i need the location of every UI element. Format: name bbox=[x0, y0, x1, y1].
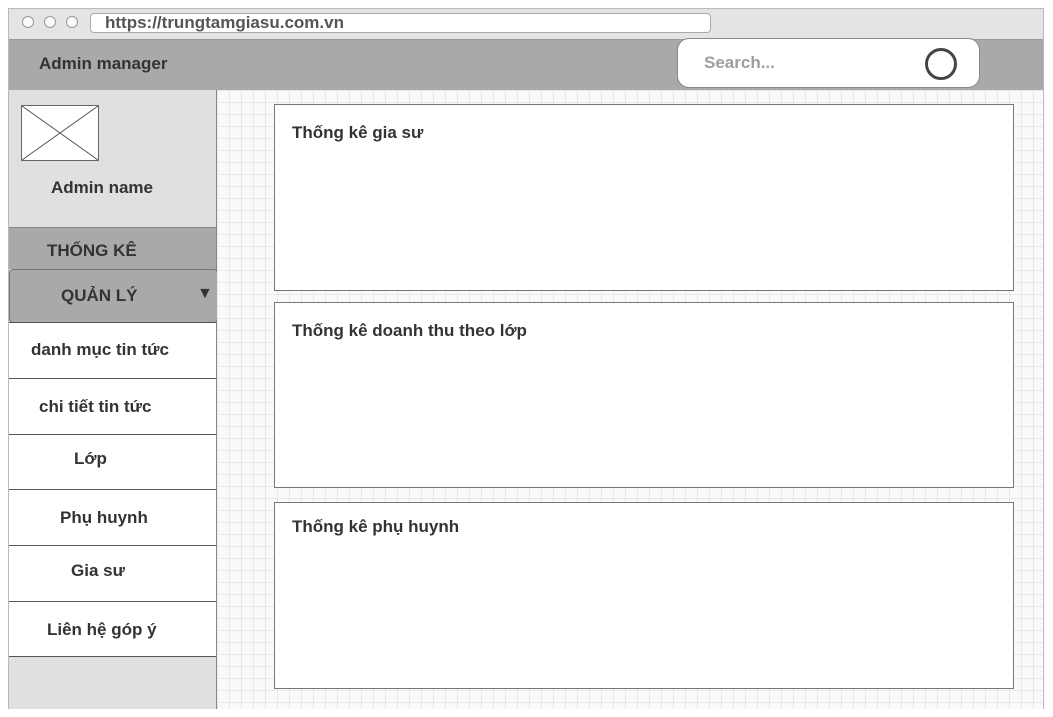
submenu-item-label: Lớp bbox=[74, 449, 107, 468]
nav-management-dropdown[interactable]: QUẢN LÝ ▼ bbox=[9, 269, 218, 323]
submenu-item-label: Liên hệ góp ý bbox=[47, 620, 157, 639]
card-title: Thống kê gia sư bbox=[292, 123, 424, 142]
nav-statistics-label: THỐNG KÊ bbox=[47, 241, 137, 260]
window-maximize-dot[interactable] bbox=[66, 16, 78, 28]
submenu-item-news-category[interactable]: danh mục tin tức bbox=[9, 322, 216, 378]
submenu-item-label: Gia sư bbox=[71, 561, 125, 580]
nav-statistics[interactable]: THỐNG KÊ bbox=[9, 227, 216, 269]
submenu-item-label: chi tiết tin tức bbox=[39, 397, 152, 416]
card-title: Thống kê phụ huynh bbox=[292, 517, 460, 536]
address-bar[interactable]: https://trungtamgiasu.com.vn bbox=[90, 13, 711, 33]
window-minimize-dot[interactable] bbox=[44, 16, 56, 28]
submenu-divider bbox=[9, 656, 216, 657]
admin-name: Admin name bbox=[50, 178, 154, 197]
sidebar: Admin name THỐNG KÊ QUẢN LÝ ▼ danh mục t… bbox=[9, 90, 218, 709]
avatar-image-placeholder bbox=[21, 105, 99, 161]
window-close-dot[interactable] bbox=[22, 16, 34, 28]
top-bar: Admin manager Search... bbox=[9, 38, 1043, 91]
submenu-item-tutors[interactable]: Gia sư bbox=[9, 545, 216, 601]
submenu-item-label: danh mục tin tức bbox=[31, 340, 169, 359]
tutor-statistics-card: Thống kê gia sư bbox=[274, 104, 1014, 291]
browser-window: https://trungtamgiasu.com.vn Admin manag… bbox=[8, 8, 1044, 709]
submenu-item-parents[interactable]: Phụ huynh bbox=[9, 489, 216, 545]
search-icon[interactable] bbox=[925, 48, 957, 80]
submenu-item-feedback[interactable]: Liên hệ góp ý bbox=[9, 601, 216, 656]
parent-statistics-card: Thống kê phụ huynh bbox=[274, 502, 1014, 689]
submenu-item-class[interactable]: Lớp bbox=[9, 434, 216, 489]
search-box[interactable]: Search... bbox=[677, 38, 980, 88]
app-title: Admin manager bbox=[39, 54, 168, 73]
submenu-item-label: Phụ huynh bbox=[60, 508, 148, 527]
card-title: Thống kê doanh thu theo lớp bbox=[292, 321, 527, 340]
nav-management-label: QUẢN LÝ bbox=[61, 286, 138, 305]
browser-chrome: https://trungtamgiasu.com.vn bbox=[9, 9, 1043, 40]
submenu-item-news-detail[interactable]: chi tiết tin tức bbox=[9, 378, 216, 434]
main-content: Thống kê gia sư Thống kê doanh thu theo … bbox=[217, 90, 1043, 709]
search-input[interactable]: Search... bbox=[704, 53, 775, 73]
revenue-by-class-card: Thống kê doanh thu theo lớp bbox=[274, 302, 1014, 488]
caret-down-icon[interactable]: ▼ bbox=[197, 285, 213, 303]
